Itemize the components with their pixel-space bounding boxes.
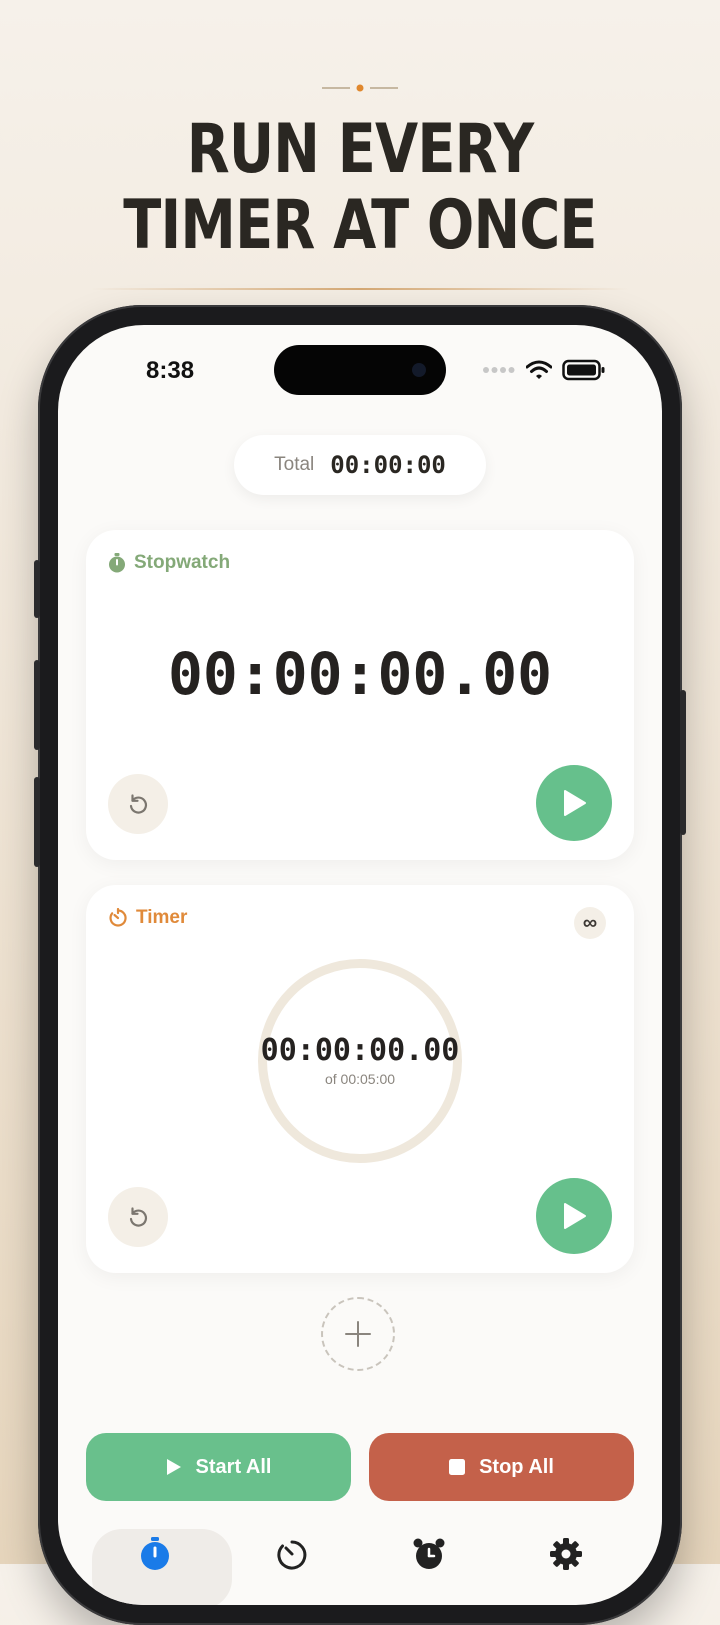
settings-tab-icon	[549, 1538, 582, 1570]
timer-icon	[109, 908, 127, 927]
stopwatch-card: Stopwatch 00:00:00.00	[86, 530, 634, 860]
tab-timer[interactable]	[223, 1523, 360, 1605]
dynamic-island	[274, 345, 446, 395]
stopwatch-title: Stopwatch	[134, 552, 231, 573]
header-rule	[90, 288, 630, 290]
play-icon	[564, 790, 586, 816]
status-icons	[482, 359, 606, 381]
app-screen: 8:38 Total 00:00:00 Stopwatch 00:00:00.0…	[58, 325, 662, 1605]
total-label: Total	[274, 454, 315, 475]
play-icon	[166, 1459, 181, 1475]
stopwatch-icon	[109, 553, 125, 573]
headline-line-1: RUN EVERY	[186, 110, 534, 189]
stopwatch-display: 00:00:00.00	[167, 640, 553, 708]
tab-stopwatch[interactable]	[86, 1523, 232, 1605]
tab-settings[interactable]	[497, 1523, 634, 1605]
timer-card: Timer ∞ 00:00:00.00 of 00:05:00	[86, 885, 634, 1273]
timer-tab-icon	[276, 1540, 306, 1570]
start-all-label: Start All	[195, 1455, 272, 1478]
alarm-tab-icon	[413, 1538, 444, 1569]
stopwatch-reset-button[interactable]	[108, 774, 168, 834]
camera-icon	[412, 363, 426, 377]
side-button-volume-up	[34, 660, 40, 750]
stopwatch-play-button[interactable]	[536, 765, 612, 841]
total-value: 00:00:00	[330, 451, 446, 479]
stop-icon	[449, 1459, 466, 1475]
timer-display: 00:00:00.00	[260, 1033, 460, 1068]
side-button-volume-down	[34, 777, 40, 867]
loop-toggle-button[interactable]: ∞	[574, 907, 606, 939]
timer-header: Timer	[108, 907, 187, 929]
reset-icon	[129, 794, 147, 814]
timer-reset-button[interactable]	[108, 1187, 168, 1247]
phone-frame: 8:38 Total 00:00:00 Stopwatch 00:00:00.0…	[34, 305, 686, 1625]
headline-line-2: TIMER AT ONCE	[123, 186, 597, 265]
battery-icon	[562, 359, 605, 381]
stopwatch-tab-icon	[140, 1537, 169, 1570]
start-all-button[interactable]: Start All	[86, 1433, 351, 1501]
timer-duration: of 00:05:00	[324, 1071, 396, 1087]
timer-title: Timer	[136, 907, 188, 928]
ornament-divider	[322, 84, 398, 92]
stopwatch-header: Stopwatch	[108, 552, 230, 574]
reset-icon	[129, 1207, 147, 1227]
play-icon	[564, 1203, 586, 1229]
tab-alarm[interactable]	[360, 1523, 497, 1605]
tab-bar	[86, 1523, 634, 1605]
plus-icon	[345, 1321, 371, 1347]
wifi-icon	[526, 360, 552, 379]
side-button-power	[680, 690, 686, 835]
status-time: 8:38	[146, 357, 195, 384]
timer-play-button[interactable]	[536, 1178, 612, 1254]
stop-all-button[interactable]: Stop All	[369, 1433, 634, 1501]
stop-all-label: Stop All	[479, 1455, 554, 1478]
signal-dots-icon	[483, 367, 515, 373]
total-summary: Total 00:00:00	[234, 435, 486, 495]
add-timer-button[interactable]	[321, 1297, 395, 1371]
side-button-action	[34, 560, 40, 618]
